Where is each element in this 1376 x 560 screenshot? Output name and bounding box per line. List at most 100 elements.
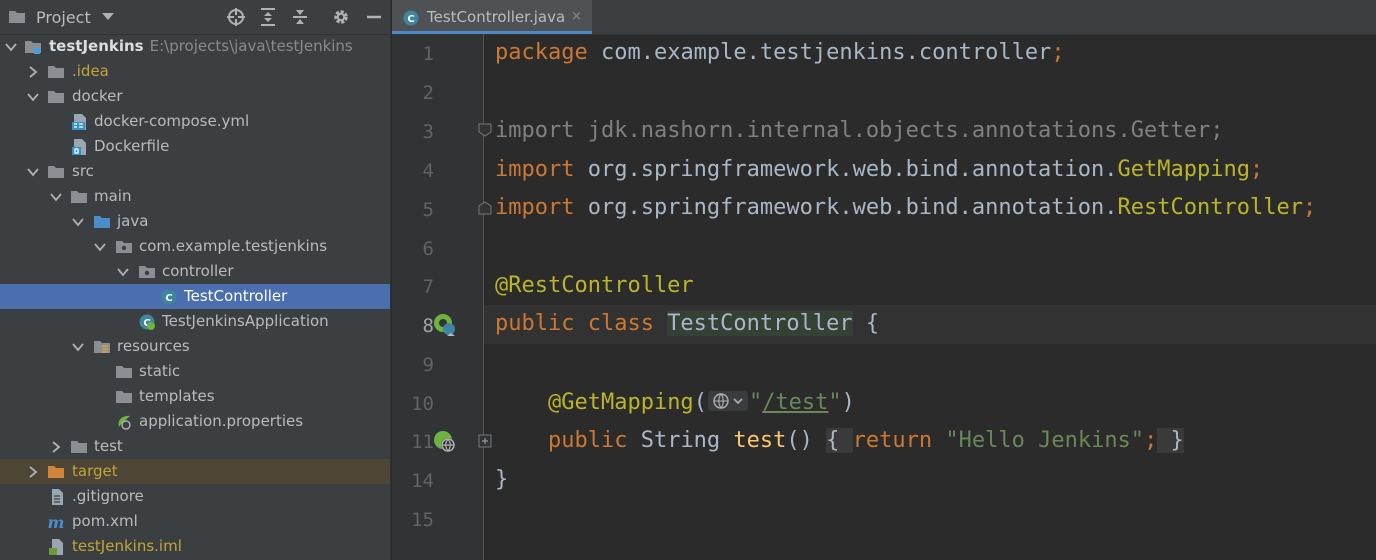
tree-item-testjenkinsapplication[interactable]: C TestJenkinsApplication bbox=[0, 309, 390, 334]
docker-compose-file-icon bbox=[72, 114, 86, 130]
ide-window: Project testJenkins E:\projects\java\test… bbox=[0, 0, 1376, 560]
code-token: " bbox=[828, 390, 842, 415]
text-file-icon bbox=[52, 489, 63, 505]
code-token: com.example.testjenkins.controller bbox=[600, 40, 1052, 65]
code-line[interactable]: public String test() { return "Hello Jen… bbox=[484, 422, 1376, 461]
code-line[interactable] bbox=[484, 73, 1376, 112]
project-panel-title[interactable]: Project bbox=[36, 8, 91, 27]
tree-item-dockerfile[interactable]: Dockerfile bbox=[0, 134, 390, 159]
svg-text:C: C bbox=[407, 14, 414, 25]
code-line[interactable]: @RestController bbox=[484, 267, 1376, 306]
code-token: } bbox=[495, 467, 509, 492]
code-token: test bbox=[733, 428, 787, 453]
tree-item-application-properties[interactable]: application.properties bbox=[0, 409, 390, 434]
code-text: package com.example.testjenkins.controll… bbox=[495, 40, 1065, 65]
tree-item-label: Dockerfile bbox=[94, 137, 170, 155]
code-token: " bbox=[748, 390, 763, 415]
resources-folder-icon bbox=[94, 341, 110, 353]
code-token: @RestController bbox=[495, 273, 694, 298]
chevron-right-icon[interactable] bbox=[27, 466, 39, 478]
tree-item-main[interactable]: main bbox=[0, 184, 390, 209]
code-line[interactable]: package com.example.testjenkins.controll… bbox=[484, 34, 1376, 73]
chevron-down-icon[interactable] bbox=[101, 12, 115, 22]
code-line[interactable] bbox=[484, 228, 1376, 267]
tree-item-target[interactable]: target bbox=[0, 459, 390, 484]
code-token: import bbox=[495, 195, 588, 220]
collapse-all-icon[interactable] bbox=[290, 7, 310, 27]
tree-item-java[interactable]: java bbox=[0, 209, 390, 234]
chevron-down-icon[interactable] bbox=[5, 41, 17, 53]
project-folder-icon bbox=[9, 11, 25, 23]
tree-item-label: .idea bbox=[72, 62, 109, 80]
tree-item-templates[interactable]: templates bbox=[0, 384, 390, 409]
web-endpoint-gutter-icon[interactable] bbox=[432, 429, 458, 455]
tree-item-test[interactable]: test bbox=[0, 434, 390, 459]
code-token: org.springframework.web.bind.annotation. bbox=[587, 195, 1118, 220]
line-number: 14 bbox=[411, 470, 434, 492]
code-token: { bbox=[852, 311, 880, 336]
tree-item-gitignore[interactable]: .gitignore bbox=[0, 484, 390, 509]
tree-item-label: TestJenkinsApplication bbox=[162, 312, 329, 330]
code-token: RestController bbox=[1117, 195, 1303, 220]
module-folder-icon bbox=[25, 41, 41, 54]
chevron-down-icon[interactable] bbox=[27, 91, 39, 103]
locate-icon[interactable] bbox=[226, 7, 246, 27]
url-inlay-icon[interactable] bbox=[707, 389, 749, 413]
tree-item-idea[interactable]: .idea bbox=[0, 59, 390, 84]
java-class-icon: C bbox=[161, 289, 177, 305]
line-number: 4 bbox=[422, 160, 434, 182]
code-line[interactable] bbox=[484, 499, 1376, 538]
code-token: /test bbox=[762, 390, 829, 415]
code-token: import bbox=[495, 118, 588, 143]
chevron-down-icon[interactable] bbox=[117, 266, 129, 278]
tree-item-testcontroller[interactable]: C TestController bbox=[0, 284, 390, 309]
code-text: @RestController bbox=[495, 273, 694, 298]
tree-item-docker-compose[interactable]: docker-compose.yml bbox=[0, 109, 390, 134]
tree-item-resources[interactable]: resources bbox=[0, 334, 390, 359]
gear-icon[interactable] bbox=[331, 7, 351, 27]
code-line[interactable]: import org.springframework.web.bind.anno… bbox=[484, 151, 1376, 190]
tree-item-controller[interactable]: controller bbox=[0, 259, 390, 284]
tree-item-iml[interactable]: testJenkins.iml bbox=[0, 534, 390, 559]
code-token: ; bbox=[1051, 40, 1065, 65]
code-token: ; bbox=[1144, 428, 1158, 453]
tree-item-pom[interactable]: m pom.xml bbox=[0, 509, 390, 534]
expand-all-icon[interactable] bbox=[258, 7, 278, 27]
code-text: public String test() { return "Hello Jen… bbox=[495, 428, 1184, 453]
chevron-right-icon[interactable] bbox=[50, 441, 62, 453]
project-panel-header: Project bbox=[0, 0, 390, 35]
code-line[interactable]: public class TestController { bbox=[484, 305, 1376, 344]
chevron-down-icon[interactable] bbox=[72, 216, 84, 228]
code-token: ) bbox=[841, 390, 855, 415]
tab-testcontroller[interactable]: C TestController.java × bbox=[392, 0, 592, 34]
tree-item-testjenkins[interactable]: testJenkins E:\projects\java\testJenkins bbox=[0, 34, 390, 59]
chevron-down-icon[interactable] bbox=[94, 241, 106, 253]
minimize-icon[interactable] bbox=[364, 7, 384, 27]
code-line[interactable]: @GetMapping("/test") bbox=[484, 383, 1376, 422]
excluded-folder-icon bbox=[48, 466, 64, 478]
line-number: 3 bbox=[422, 121, 434, 143]
close-icon[interactable]: × bbox=[571, 9, 582, 24]
chevron-down-icon[interactable] bbox=[27, 166, 39, 178]
svg-text:m: m bbox=[48, 514, 64, 530]
code-text: } bbox=[495, 467, 508, 492]
tree-item-package[interactable]: com.example.testjenkins bbox=[0, 234, 390, 259]
spring-bean-gutter-icon[interactable] bbox=[432, 312, 458, 338]
code-line[interactable]: } bbox=[484, 461, 1376, 500]
tree-item-docker[interactable]: docker bbox=[0, 84, 390, 109]
code-text: import org.springframework.web.bind.anno… bbox=[495, 157, 1263, 182]
code-line[interactable]: import jdk.nashorn.internal.objects.anno… bbox=[484, 112, 1376, 151]
line-number: 8 bbox=[422, 315, 434, 337]
code-token: "Hello Jenkins" bbox=[945, 428, 1145, 453]
package-icon bbox=[139, 266, 155, 278]
chevron-down-icon[interactable] bbox=[50, 191, 62, 203]
chevron-right-icon[interactable] bbox=[27, 66, 39, 78]
code-line[interactable] bbox=[484, 344, 1376, 383]
code-area[interactable]: package com.example.testjenkins.controll… bbox=[484, 34, 1376, 560]
tree-item-label: .gitignore bbox=[72, 487, 144, 505]
code-line[interactable]: import org.springframework.web.bind.anno… bbox=[484, 189, 1376, 228]
tree-item-src[interactable]: src bbox=[0, 159, 390, 184]
tree-item-static[interactable]: static bbox=[0, 359, 390, 384]
spring-properties-icon bbox=[118, 415, 131, 430]
chevron-down-icon[interactable] bbox=[72, 341, 84, 353]
